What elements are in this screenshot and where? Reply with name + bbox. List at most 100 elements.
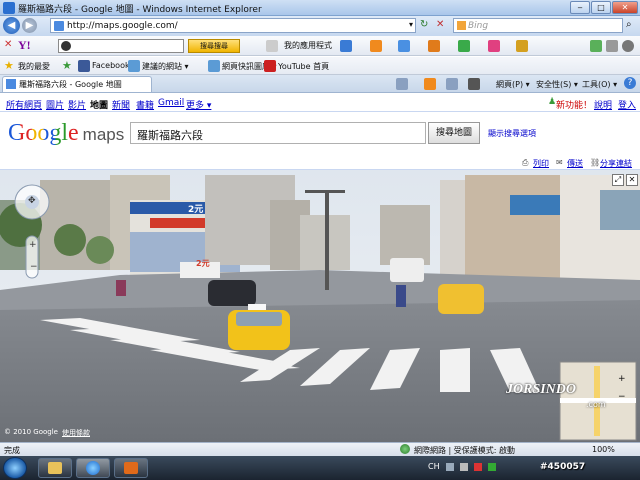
toolbar-icon-3[interactable] [458,40,470,52]
link-icon: ⛓ [590,158,601,167]
link-more[interactable]: 更多 ▾ [186,98,211,111]
tray-icon-4[interactable] [488,463,496,471]
send-link[interactable]: 傳送 [567,158,583,169]
stop-icon[interactable]: ✕ [436,19,444,30]
watermark-id: #450057 [540,462,586,472]
link-new-features[interactable]: 新功能！ [556,98,592,111]
link-signin[interactable]: 登入 [618,98,636,111]
logo-maps: maps [82,125,125,144]
youtube-icon [264,60,276,72]
settings-icon[interactable] [622,40,634,52]
maximize-button[interactable]: □ [591,1,611,14]
link-maps[interactable]: 地圖 [90,98,108,111]
toolbar-icon-6[interactable] [606,40,618,52]
start-button[interactable] [3,457,27,479]
map-toolbar: ⎙ 列印 ✉ 傳送 ⛓ 分享連結 [0,156,640,170]
taskbar-explorer[interactable] [38,458,72,478]
suggested-sites-icon [128,60,140,72]
tray-icon-2[interactable] [460,463,468,471]
address-row: ◀ ▶ http://maps.google.com/ ▾ ↻ ✕ Bing ⌕ [0,16,640,36]
taskbar-ie[interactable] [76,458,110,478]
tools-menu[interactable]: 工具(O) ▾ [582,79,617,90]
yahoo-search-input[interactable] [58,39,184,53]
tray-icon-1[interactable] [446,463,454,471]
media-player-icon [124,462,138,474]
fullscreen-icon[interactable]: ⤢ [612,174,624,186]
share-link[interactable]: 分享連結 [600,158,632,169]
google-favicon [54,21,64,31]
add-icon[interactable] [590,40,602,52]
toolbar-icon-2[interactable] [428,40,440,52]
help-icon[interactable]: ? [624,77,636,89]
show-search-options-link[interactable]: 顯示搜尋選項 [488,128,536,139]
close-toolbar-icon[interactable]: ✕ [4,39,12,50]
zoom-in-icon[interactable]: + [29,240,37,250]
search-value: 羅斯福路六段 [137,129,203,142]
page-menu[interactable]: 網頁(P) ▾ [496,79,530,90]
mail-icon[interactable] [446,78,458,90]
print-icon[interactable] [468,78,480,90]
close-street-view-icon[interactable]: ✕ [626,174,638,186]
link-web[interactable]: 所有網頁 [6,98,42,111]
link-help[interactable]: 說明 [594,98,612,111]
refresh-icon[interactable]: ↻ [420,19,428,30]
taskbar-media[interactable] [114,458,148,478]
shop-sign-1: 2元 [188,205,204,215]
zoom-out-icon[interactable]: − [30,262,38,272]
search-maps-button[interactable]: 搜尋地圖 [428,122,480,144]
toolbar-icon-1[interactable] [340,40,352,52]
zoom-level[interactable]: 100% [592,445,615,454]
yahoo-logo[interactable]: Y! [18,38,31,53]
tab-google-maps[interactable]: 羅斯福路六段 - Google 地圖 [2,76,152,92]
bing-icon [457,21,466,30]
forward-button[interactable]: ▶ [22,18,37,33]
person-icon: ♟ [548,97,557,107]
feeds-icon[interactable] [424,78,436,90]
address-url: http://maps.google.com/ [67,21,178,31]
yahoo-toolbar: ✕ Y! 搜尋搜尋 我的應用程式 [0,36,640,56]
street-view-panorama[interactable]: ⤢ ✕ ✥ + − © 2010 Google 使用條款 2元 2元 + − J… [0,170,640,442]
rss-icon[interactable] [370,40,382,52]
google-maps-logo[interactable]: Google maps [8,120,124,147]
tab-title: 羅斯福路六段 - Google 地圖 [19,80,122,89]
link-books[interactable]: 書籍 [136,98,154,111]
maps-header: Google maps 羅斯福路六段 搜尋地圖 顯示搜尋選項 [0,112,640,156]
fav-facebook[interactable]: Facebook [92,61,130,70]
minimap-zoom-in-icon[interactable]: + [618,374,626,384]
watermark-site: .com [586,400,606,409]
mail-icon[interactable] [398,40,410,52]
safety-menu[interactable]: 安全性(S) ▾ [536,79,578,90]
add-favorite-icon[interactable]: ★ [62,59,72,72]
favorites-bar: ★ 我的最愛 ★ Facebook 建議的網站 ▾ 網頁快訊圖庫 ▾ YouTu… [0,57,640,75]
link-gmail[interactable]: Gmail [158,98,184,108]
close-button[interactable]: ✕ [612,1,638,14]
folder-icon [48,462,62,474]
print-icon: ⎙ [522,158,529,167]
link-images[interactable]: 圖片 [46,98,64,111]
toolbar-icon-4[interactable] [488,40,500,52]
link-news[interactable]: 新聞 [112,98,130,111]
address-field[interactable]: http://maps.google.com/ ▾ [50,18,416,33]
minimize-button[interactable]: ‒ [570,1,590,14]
link-videos[interactable]: 影片 [68,98,86,111]
home-icon[interactable] [396,78,408,90]
search-icon[interactable]: ⌕ [626,19,632,30]
print-link[interactable]: 列印 [533,158,549,169]
ime-indicator[interactable]: CH [428,462,440,471]
toolbar-icon-5[interactable] [516,40,528,52]
copyright: © 2010 Google [4,428,58,436]
back-button[interactable]: ◀ [3,17,20,34]
my-apps-label[interactable]: 我的應用程式 [284,40,332,51]
fav-suggested-sites[interactable]: 建議的網站 ▾ [142,61,189,72]
yahoo-search-button[interactable]: 搜尋搜尋 [188,39,240,53]
bing-search-field[interactable]: Bing [453,18,623,33]
fav-youtube[interactable]: YouTube 首頁 [278,61,329,72]
tray-icon-3[interactable] [474,463,482,471]
favorites-label[interactable]: 我的最愛 [18,61,50,72]
minimap-zoom-out-icon[interactable]: − [618,392,626,402]
maps-search-input[interactable]: 羅斯福路六段 [130,122,426,144]
pan-control-icon[interactable]: ✥ [28,196,36,206]
facebook-icon [78,60,90,72]
terms-link[interactable]: 使用條款 [62,428,90,438]
dropdown-arrow-icon[interactable]: ▾ [409,20,413,29]
